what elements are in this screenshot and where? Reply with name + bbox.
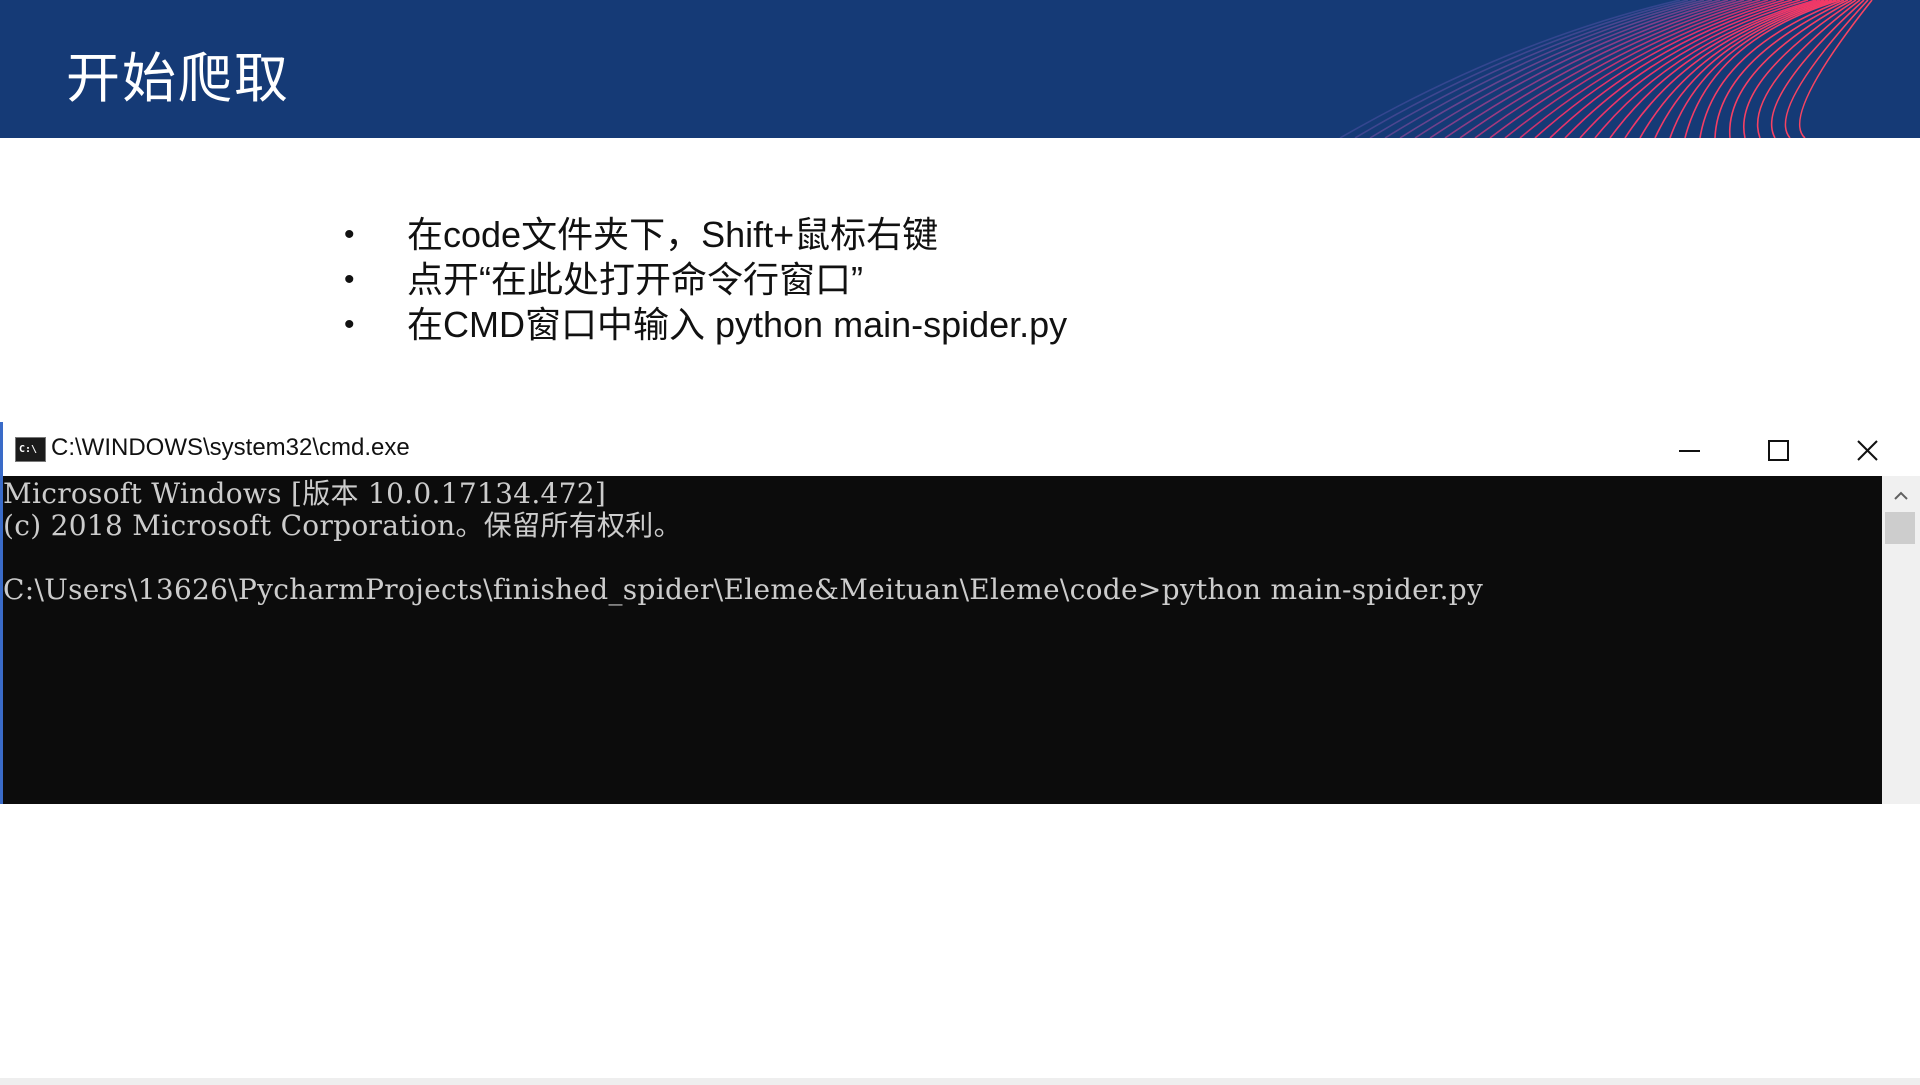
cmd-window[interactable]: C:\ C:\WINDOWS\system32\cmd.exe Microsof… <box>0 422 1920 804</box>
cmd-app-icon-label: C:\ <box>19 444 38 455</box>
slide-title: 开始爬取 <box>66 47 290 110</box>
instruction-list: • 在code文件夹下，Shift+鼠标右键 • 点开“在此处打开命令行窗口” • 在… <box>344 212 1067 347</box>
minimize-icon[interactable] <box>1664 431 1714 471</box>
console-line: (c) 2018 Microsoft Corporation。保留所有权利。 <box>3 509 682 542</box>
bullet-marker: • <box>344 218 355 251</box>
list-item-text: 在code文件夹下，Shift+鼠标右键 <box>407 214 939 255</box>
scrollbar-thumb[interactable] <box>1885 512 1915 544</box>
maximize-icon[interactable] <box>1753 431 1803 471</box>
list-item-text: 在CMD窗口中输入 python main-spider.py <box>407 304 1068 345</box>
bullet-marker: • <box>344 263 355 296</box>
scroll-up-icon[interactable] <box>1893 490 1909 502</box>
decorative-stripes-graphic <box>1339 0 1873 138</box>
console-line: Microsoft Windows [版本 10.0.17134.472] <box>3 477 607 510</box>
cmd-titlebar[interactable]: C:\ C:\WINDOWS\system32\cmd.exe <box>0 422 1920 476</box>
close-icon[interactable] <box>1843 431 1893 471</box>
vertical-scrollbar[interactable] <box>1882 476 1920 804</box>
window-title: C:\WINDOWS\system32\cmd.exe <box>51 434 410 461</box>
list-item: • 点开“在此处打开命令行窗口” <box>344 257 1067 302</box>
bullet-marker: • <box>344 308 355 341</box>
slide-header: 开始爬取 <box>0 0 1920 138</box>
list-item-text: 点开“在此处打开命令行窗口” <box>407 259 863 300</box>
console-output[interactable]: Microsoft Windows [版本 10.0.17134.472] (c… <box>0 476 1882 804</box>
list-item: • 在CMD窗口中输入 python main-spider.py <box>344 302 1067 347</box>
list-item: • 在code文件夹下，Shift+鼠标右键 <box>344 212 1067 257</box>
cmd-app-icon[interactable]: C:\ <box>15 437 46 462</box>
console-prompt-line[interactable]: C:\Users\13626\PycharmProjects\finished_… <box>3 574 1483 606</box>
slide-bottom-border <box>0 1078 1920 1085</box>
window-border <box>0 422 3 804</box>
